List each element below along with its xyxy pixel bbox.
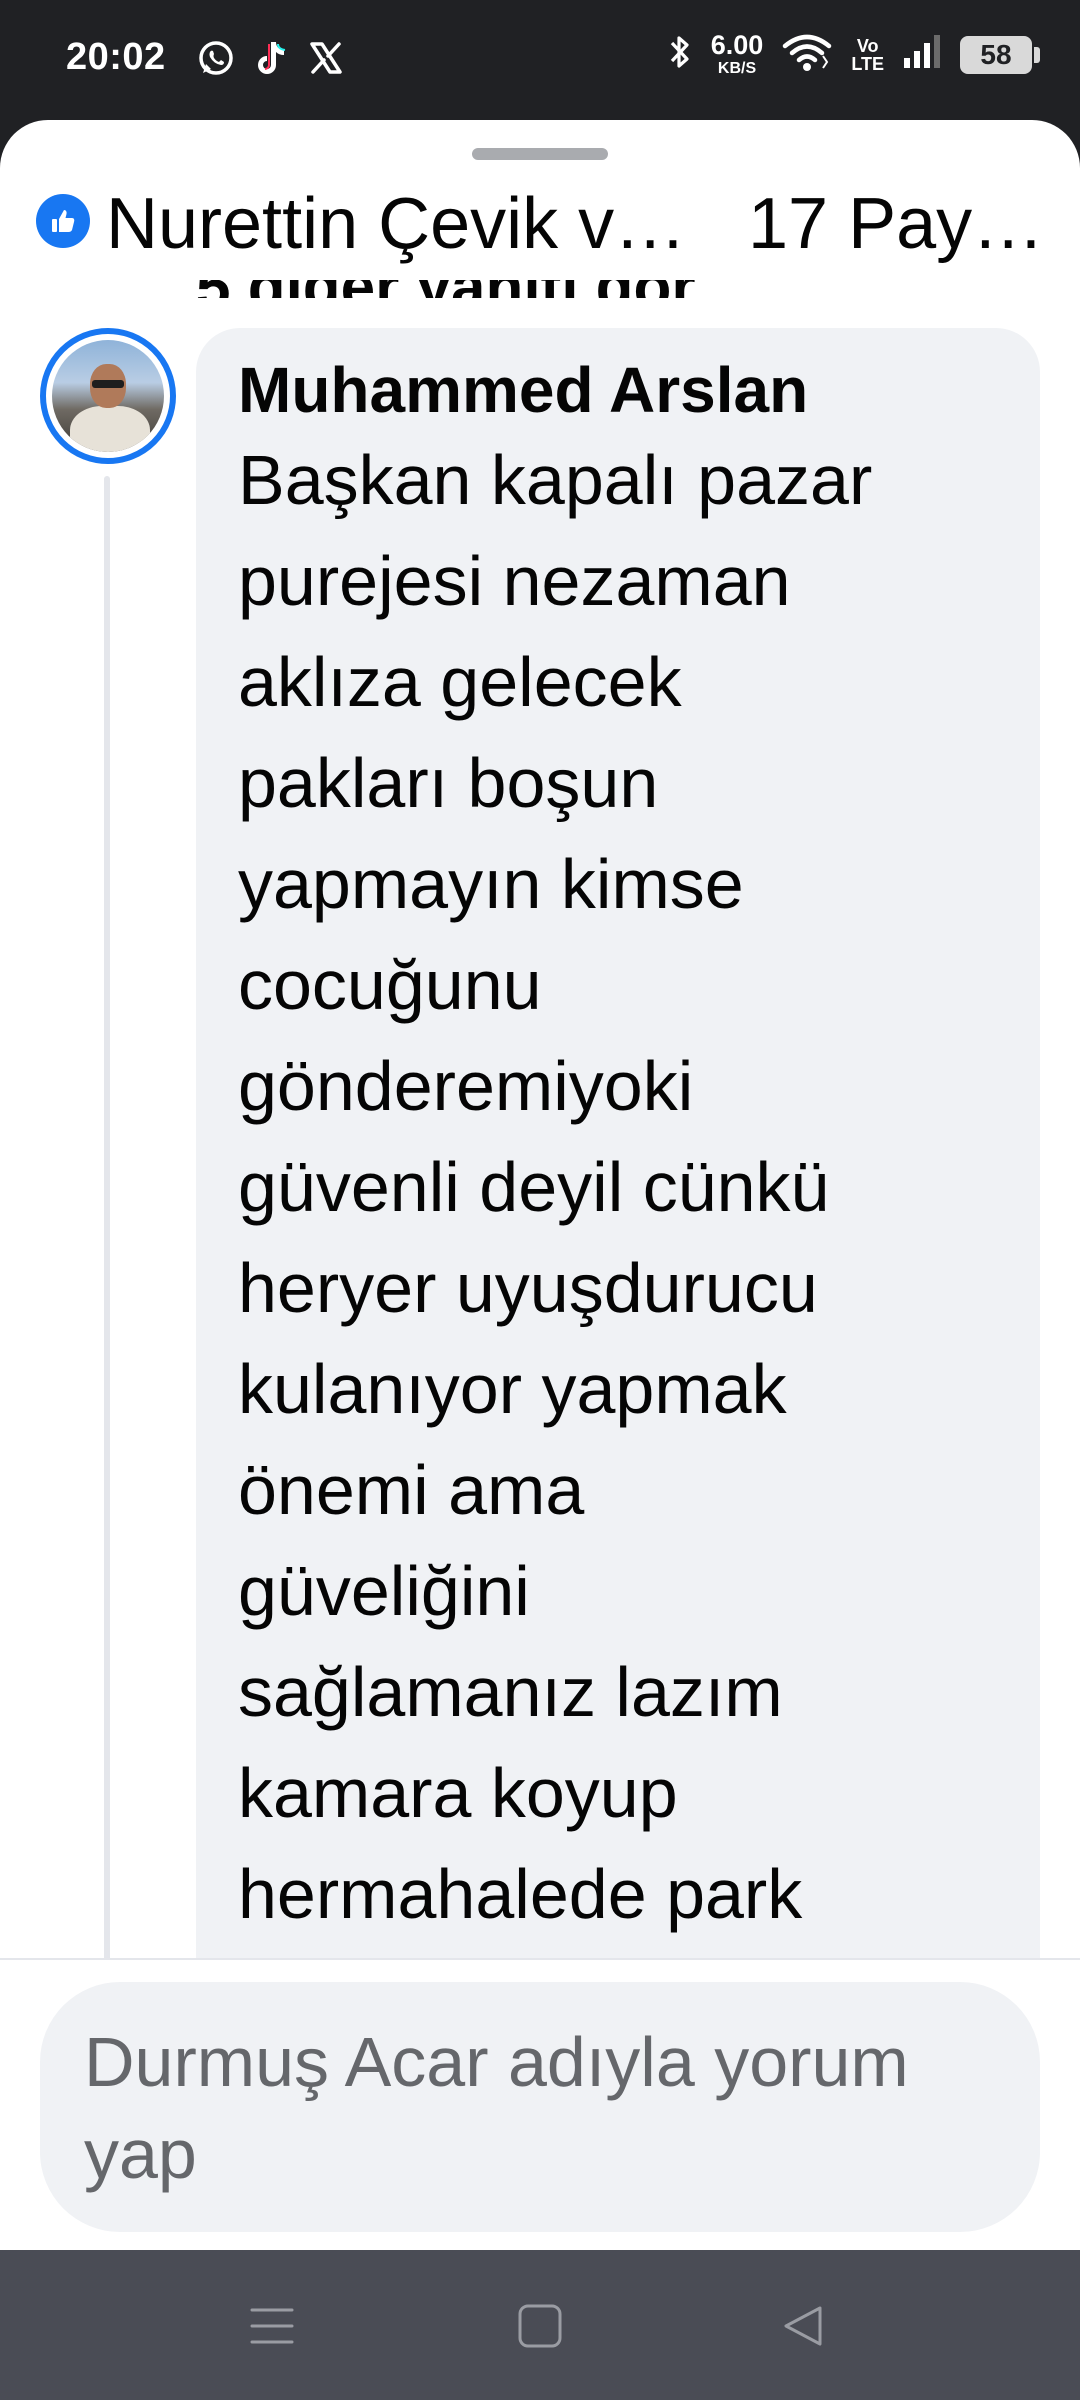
comment-bubble[interactable]: Muhammed Arslan Başkan kapalı pazar pure… — [196, 328, 1040, 2128]
volte-indicator: Vo LTE — [851, 37, 884, 73]
status-app-icons — [196, 38, 344, 78]
comment-line: heryer uyuşdurucu — [238, 1249, 818, 1327]
volte-top: Vo — [856, 35, 879, 56]
comment-input[interactable]: Durmuş Acar adıyla yorum yap — [40, 1982, 1040, 2232]
signal-icon — [902, 32, 942, 77]
volte-bottom: LTE — [851, 53, 884, 74]
system-navigation-bar — [0, 2250, 1080, 2400]
comment-line: Başkan kapalı pazar — [238, 441, 873, 519]
x-icon — [308, 40, 344, 76]
comment-line: güvenli deyil cünkü — [238, 1148, 830, 1226]
status-time: 20:02 — [66, 36, 166, 78]
comment-line: aklıza gelecek — [238, 643, 682, 721]
status-system-icons: 6.00 KB/S Vo LTE 58 — [667, 32, 1040, 77]
comment-composer: Durmuş Acar adıyla yorum yap — [0, 1958, 1080, 2250]
thread-line — [104, 476, 110, 2076]
tiktok-icon — [254, 38, 290, 78]
comment-line: sağlamanız lazım — [238, 1653, 783, 1731]
comment-line: purejesi nezaman — [238, 542, 791, 620]
comment-line: kamara koyup — [238, 1754, 678, 1832]
home-icon[interactable] — [516, 2302, 564, 2355]
comment-text: Başkan kapalı pazar purejesi nezaman akl… — [238, 430, 978, 1945]
comment-line: yapmayın kimse — [238, 845, 744, 923]
network-speed: 6.00 KB/S — [711, 32, 764, 77]
wifi-icon — [781, 32, 833, 77]
status-bar: 20:02 6.00 KB/S Vo LTE 58 — [0, 0, 1080, 120]
reactions-summary[interactable]: Nurettin Çevik ve diğerleri — [106, 182, 706, 266]
avatar-photo — [52, 340, 164, 452]
comment-line: hermahalede park — [238, 1855, 803, 1933]
comment-line: güveliğini — [238, 1552, 530, 1630]
comment-line: önemi ama — [238, 1451, 585, 1529]
comments-sheet: Nurettin Çevik ve diğerleri 17 Paylaşım … — [0, 120, 1080, 2250]
comment-author[interactable]: Muhammed Arslan — [238, 350, 1000, 430]
network-speed-unit: KB/S — [717, 60, 757, 77]
whatsapp-icon — [196, 38, 236, 78]
comment-line: cocuğunu — [238, 946, 542, 1024]
comment-line: gönderemiyoki — [238, 1047, 694, 1125]
menu-icon[interactable] — [248, 2302, 296, 2355]
comment-line: kulanıyor yapmak — [238, 1350, 787, 1428]
network-speed-value: 6.00 — [710, 30, 764, 60]
battery-icon: 58 — [960, 35, 1040, 74]
back-icon[interactable] — [780, 2302, 828, 2355]
shares-count[interactable]: 17 Paylaşım — [748, 182, 1048, 266]
sheet-drag-handle[interactable] — [472, 148, 608, 160]
comment-line: pakları boşun — [238, 744, 659, 822]
avatar[interactable] — [40, 328, 176, 464]
bluetooth-icon — [667, 32, 693, 77]
like-icon[interactable] — [36, 194, 90, 248]
